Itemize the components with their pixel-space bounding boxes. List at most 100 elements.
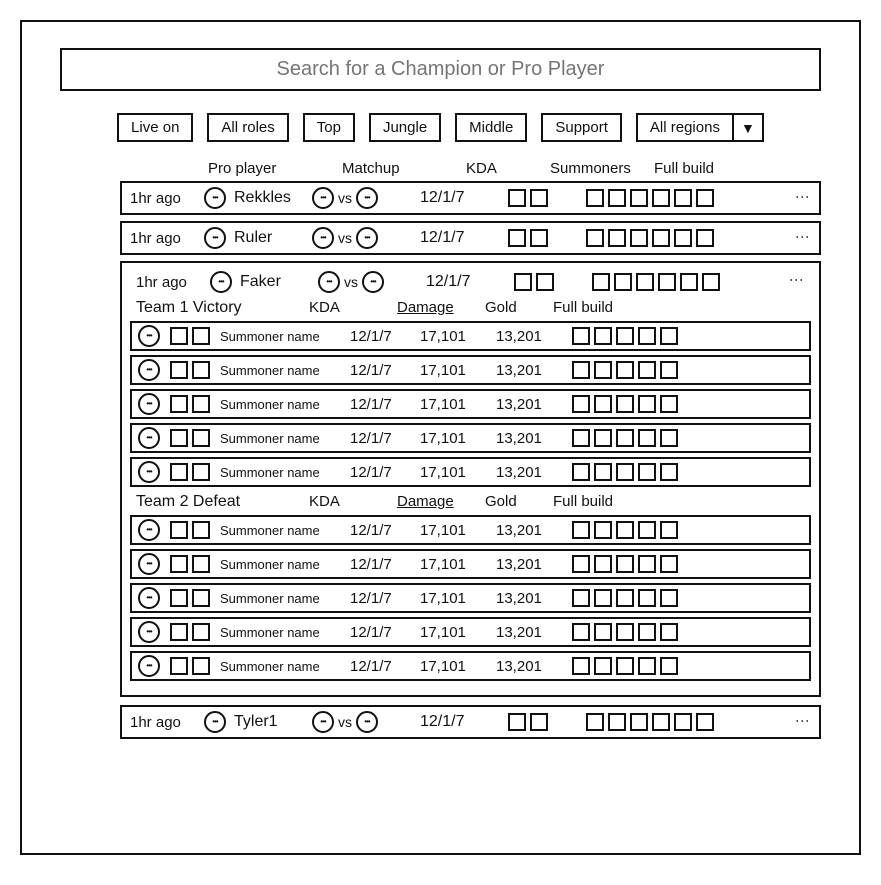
team-col-build: Full build (553, 493, 613, 510)
item-slot-icon (608, 229, 626, 247)
item-slot-icon (652, 229, 670, 247)
build-items (572, 361, 678, 379)
team-player-row[interactable]: Summoner name 12/1/7 17,101 13,201 (130, 617, 811, 647)
team-player-row[interactable]: Summoner name 12/1/7 17,101 13,201 (130, 583, 811, 613)
item-slot-icon (170, 327, 188, 345)
build-items (572, 657, 678, 675)
team-player-row[interactable]: Summoner name 12/1/7 17,101 13,201 (130, 389, 811, 419)
match-row[interactable]: 1hr ago Rekkles vs 12/1/7 ⋮ (120, 181, 821, 215)
detail-damage: 17,101 (420, 464, 486, 481)
item-slot-icon (508, 713, 526, 731)
item-slot-icon (508, 229, 526, 247)
item-slot-icon (530, 713, 548, 731)
detail-kda: 12/1/7 (350, 624, 410, 641)
kebab-menu-icon[interactable]: ⋮ (795, 190, 811, 206)
team-player-row[interactable]: Summoner name 12/1/7 17,101 13,201 (130, 423, 811, 453)
detail-gold: 13,201 (496, 328, 562, 345)
item-slot-icon (572, 327, 590, 345)
build-items (572, 429, 678, 447)
summoner-name: Summoner name (220, 397, 340, 412)
item-slot-icon (594, 463, 612, 481)
search-input[interactable] (60, 48, 821, 91)
team-player-row[interactable]: Summoner name 12/1/7 17,101 13,201 (130, 651, 811, 681)
team-player-row[interactable]: Summoner name 12/1/7 17,101 13,201 (130, 515, 811, 545)
header-pro-player: Pro player (208, 160, 338, 177)
team-col-damage[interactable]: Damage (397, 299, 467, 316)
item-slot-icon (594, 589, 612, 607)
chevron-down-icon[interactable]: ▼ (734, 113, 764, 142)
item-slot-icon (638, 623, 656, 641)
team-player-row[interactable]: Summoner name 12/1/7 17,101 13,201 (130, 355, 811, 385)
team-player-row[interactable]: Summoner name 12/1/7 17,101 13,201 (130, 457, 811, 487)
player-name: Faker (240, 273, 310, 291)
detail-damage: 17,101 (420, 396, 486, 413)
match-time: 1hr ago (136, 274, 202, 291)
kebab-menu-icon[interactable]: ⋮ (795, 714, 811, 730)
detail-kda: 12/1/7 (350, 590, 410, 607)
filter-role-middle[interactable]: Middle (455, 113, 527, 142)
summoner-name: Summoner name (220, 363, 340, 378)
team-col-damage[interactable]: Damage (397, 493, 467, 510)
item-slot-icon (616, 463, 634, 481)
detail-kda: 12/1/7 (350, 464, 410, 481)
item-slot-icon (572, 361, 590, 379)
player-name: Ruler (234, 229, 304, 247)
item-slot-icon (594, 555, 612, 573)
item-slot-icon (608, 189, 626, 207)
detail-gold: 13,201 (496, 362, 562, 379)
champion-icon (356, 227, 378, 249)
kebab-menu-icon[interactable]: ⋮ (795, 230, 811, 246)
champion-icon (204, 187, 226, 209)
item-slot-icon (170, 361, 188, 379)
item-slot-icon (170, 657, 188, 675)
champion-icon (138, 553, 160, 575)
item-slot-icon (638, 327, 656, 345)
filter-role-top[interactable]: Top (303, 113, 355, 142)
summoner-spells (170, 395, 210, 413)
summoner-name: Summoner name (220, 557, 340, 572)
item-slot-icon (660, 429, 678, 447)
match-row[interactable]: 1hr ago Tyler1 vs 12/1/7 ⋮ (120, 705, 821, 739)
filter-role-all[interactable]: All roles (207, 113, 288, 142)
summoner-spells (170, 361, 210, 379)
match-list: Pro player Matchup KDA Summoners Full bu… (60, 160, 821, 739)
filter-role-support[interactable]: Support (541, 113, 622, 142)
champion-icon (362, 271, 384, 293)
summoner-spells (170, 589, 210, 607)
vs-label: vs (338, 714, 352, 730)
kebab-menu-icon[interactable]: ⋮ (789, 273, 805, 289)
team-player-row[interactable]: Summoner name 12/1/7 17,101 13,201 (130, 321, 811, 351)
item-slot-icon (594, 657, 612, 675)
item-slot-icon (638, 395, 656, 413)
filter-role-jungle[interactable]: Jungle (369, 113, 441, 142)
champion-icon (138, 461, 160, 483)
item-slot-icon (192, 361, 210, 379)
region-selected[interactable]: All regions (636, 113, 734, 142)
item-slot-icon (616, 395, 634, 413)
detail-damage: 17,101 (420, 328, 486, 345)
summoner-spells (170, 623, 210, 641)
filter-live[interactable]: Live on (117, 113, 193, 142)
item-slot-icon (614, 273, 632, 291)
summoner-name: Summoner name (220, 465, 340, 480)
summoner-spells (170, 327, 210, 345)
summoner-name: Summoner name (220, 329, 340, 344)
kda-value: 12/1/7 (420, 229, 500, 247)
item-slot-icon (192, 589, 210, 607)
detail-damage: 17,101 (420, 362, 486, 379)
team-player-row[interactable]: Summoner name 12/1/7 17,101 13,201 (130, 549, 811, 579)
detail-kda: 12/1/7 (350, 396, 410, 413)
matchup-icons: vs (312, 711, 412, 733)
summoner-name: Summoner name (220, 625, 340, 640)
item-slot-icon (586, 713, 604, 731)
region-select[interactable]: All regions ▼ (636, 113, 764, 142)
build-items (572, 589, 678, 607)
item-slot-icon (594, 521, 612, 539)
match-row[interactable]: 1hr ago Ruler vs 12/1/7 ⋮ (120, 221, 821, 255)
item-slot-icon (616, 361, 634, 379)
match-row[interactable]: 1hr ago Faker vs 12/1/7 ⋮ (128, 267, 813, 295)
champion-icon (204, 711, 226, 733)
build-items (572, 463, 678, 481)
item-slot-icon (192, 429, 210, 447)
team-col-kda: KDA (309, 493, 379, 510)
